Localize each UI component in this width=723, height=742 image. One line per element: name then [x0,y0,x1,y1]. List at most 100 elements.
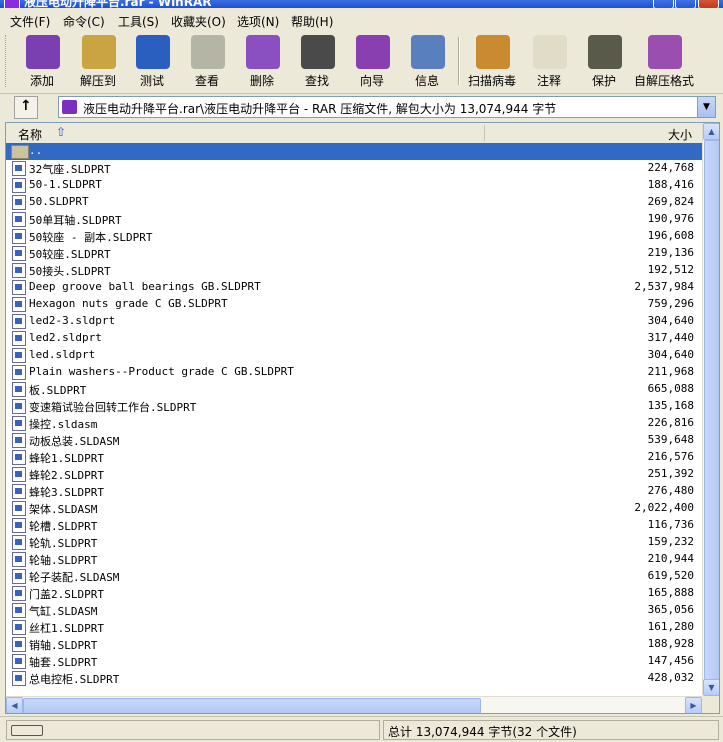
close-button[interactable] [698,0,719,8]
toolbar-button-7[interactable]: 信息 [397,35,457,89]
file-name: 50单耳轴.SLDPRT [29,214,122,227]
file-row[interactable]: 蜂轮1.SLDPRT 216,576 [6,449,702,466]
file-name: 轴套.SLDPRT [29,656,98,669]
toolbar-label: 信息 [414,74,439,88]
file-size: 2,537,984 [634,280,694,293]
menu-options[interactable]: 选项(N) [237,13,279,30]
file-row[interactable]: 总电控柜.SLDPRT 428,032 [6,670,702,687]
address-field[interactable]: 液压电动升降平台.rar\液压电动升降平台 - RAR 压缩文件, 解包大小为 … [58,96,716,118]
file-row[interactable]: 轮轨.SLDPRT 159,232 [6,534,702,551]
file-row[interactable]: 气缸.SLDASM 365,056 [6,602,702,619]
wizard-icon [356,35,390,69]
up-folder-button[interactable] [14,96,38,119]
file-row[interactable]: 50-1.SLDPRT 188,416 [6,177,702,194]
toolbar-button-9[interactable]: 注释 [519,35,579,89]
toolbar-label: 注释 [536,74,561,88]
menu-tools[interactable]: 工具(S) [118,13,159,30]
file-rows: .. 32气座.SLDPRT 224,768 50-1.SLDPRT 188,416 50… [6,143,702,687]
scroll-corner [702,696,719,713]
status-total: 总计 13,074,944 字节(32 个文件) [388,725,577,739]
file-icon [12,297,26,312]
file-row[interactable]: 动板总装.SLDASM 539,648 [6,432,702,449]
file-row[interactable]: 变速箱试验台回转工作台.SLDPRT 135,168 [6,398,702,415]
file-row[interactable]: 门盖2.SLDPRT 165,888 [6,585,702,602]
scroll-left-icon[interactable]: ◀ [6,697,23,713]
file-row[interactable]: 轮槽.SLDPRT 116,736 [6,517,702,534]
file-row[interactable]: 32气座.SLDPRT 224,768 [6,160,702,177]
file-size: 216,576 [647,450,694,463]
file-size: 224,768 [647,161,694,174]
column-name[interactable]: 名称 [18,126,42,143]
file-row[interactable]: .. [6,143,702,160]
toolbar-button-4[interactable]: 删除 [232,35,292,89]
file-row[interactable]: Plain washers--Product grade C GB.SLDPRT… [6,364,702,381]
toolbar-button-0[interactable]: 添加 [12,35,72,89]
file-row[interactable]: Deep groove ball bearings GB.SLDPRT 2,537… [6,279,702,296]
menu-favorites[interactable]: 收藏夹(O) [171,13,226,30]
file-size: 165,888 [647,586,694,599]
toolbar-label: 测试 [139,74,164,88]
toolbar-button-1[interactable]: 解压到 [68,35,128,89]
file-row[interactable]: 操控.sldasm 226,816 [6,415,702,432]
file-row[interactable]: 架体.SLDASM 2,022,400 [6,500,702,517]
file-row[interactable]: Hexagon nuts grade C GB.SLDPRT 759,296 [6,296,702,313]
title-bar[interactable]: 液压电动升降平台.rar - WinRAR [0,0,723,8]
chevron-down-icon[interactable]: ▼ [697,97,715,117]
file-row[interactable]: 轮子装配.SLDASM 619,520 [6,568,702,585]
toolbar-button-6[interactable]: 向导 [342,35,402,89]
toolbar-label: 保护 [591,74,616,88]
toolbar-button-5[interactable]: 查找 [287,35,347,89]
file-row[interactable]: led.sldprt 304,640 [6,347,702,364]
file-row[interactable]: led2-3.sldprt 304,640 [6,313,702,330]
menu-commands[interactable]: 命令(C) [63,13,105,30]
status-left-panel [6,720,380,740]
file-size: 428,032 [647,671,694,684]
file-name: 轮子装配.SLDASM [29,571,120,584]
file-size: 196,608 [647,229,694,242]
vertical-scrollbar[interactable]: ▲ ▼ [702,123,719,696]
file-row[interactable]: 蜂轮2.SLDPRT 251,392 [6,466,702,483]
file-row[interactable]: 50接头.SLDPRT 192,512 [6,262,702,279]
toolbar-label: 查找 [304,74,329,88]
file-row[interactable]: 板.SLDPRT 665,088 [6,381,702,398]
scroll-right-icon[interactable]: ▶ [685,697,702,713]
file-row[interactable]: 蜂轮3.SLDPRT 276,480 [6,483,702,500]
drive-icon[interactable] [11,725,43,736]
toolbar-button-11[interactable]: 自解压格式 [634,35,694,89]
toolbar-button-3[interactable]: 查看 [177,35,237,89]
toolbar-button-2[interactable]: 测试 [122,35,182,89]
file-name: Plain washers--Product grade C GB.SLDPRT [29,365,294,378]
menu-file[interactable]: 文件(F) [10,13,50,30]
vertical-scroll-thumb[interactable] [704,140,719,680]
column-divider[interactable] [484,125,485,141]
toolbar-grip[interactable] [5,35,9,87]
file-row[interactable]: 50单耳轴.SLDPRT 190,976 [6,211,702,228]
file-size: 619,520 [647,569,694,582]
scroll-up-icon[interactable]: ▲ [703,123,719,140]
file-icon [12,348,26,363]
file-icon [12,450,26,465]
menu-help[interactable]: 帮助(H) [291,13,333,30]
file-name: 销轴.SLDPRT [29,639,98,652]
toolbar-button-8[interactable]: 扫描病毒 [462,35,522,89]
file-row[interactable]: 50.SLDPRT 269,824 [6,194,702,211]
file-icon [12,229,26,244]
toolbar-button-10[interactable]: 保护 [574,35,634,89]
file-row[interactable]: 销轴.SLDPRT 188,928 [6,636,702,653]
file-row[interactable]: 50较座.SLDPRT 219,136 [6,245,702,262]
protect-icon [588,35,622,69]
file-row[interactable]: 50较座 - 副本.SLDPRT 196,608 [6,228,702,245]
file-icon [12,212,26,227]
maximize-button[interactable] [675,0,696,8]
file-row[interactable]: led2.sldprt 317,440 [6,330,702,347]
minimize-button[interactable] [653,0,674,8]
horizontal-scrollbar[interactable]: ◀ ▶ [6,696,702,713]
file-icon [12,620,26,635]
file-row[interactable]: 轮轴.SLDPRT 210,944 [6,551,702,568]
horizontal-scroll-thumb[interactable] [23,698,481,713]
column-size[interactable]: 大小 [668,126,692,143]
file-row[interactable]: 轴套.SLDPRT 147,456 [6,653,702,670]
file-name: 门盖2.SLDPRT [29,588,104,601]
file-row[interactable]: 丝杠1.SLDPRT 161,280 [6,619,702,636]
scroll-down-icon[interactable]: ▼ [703,679,719,696]
